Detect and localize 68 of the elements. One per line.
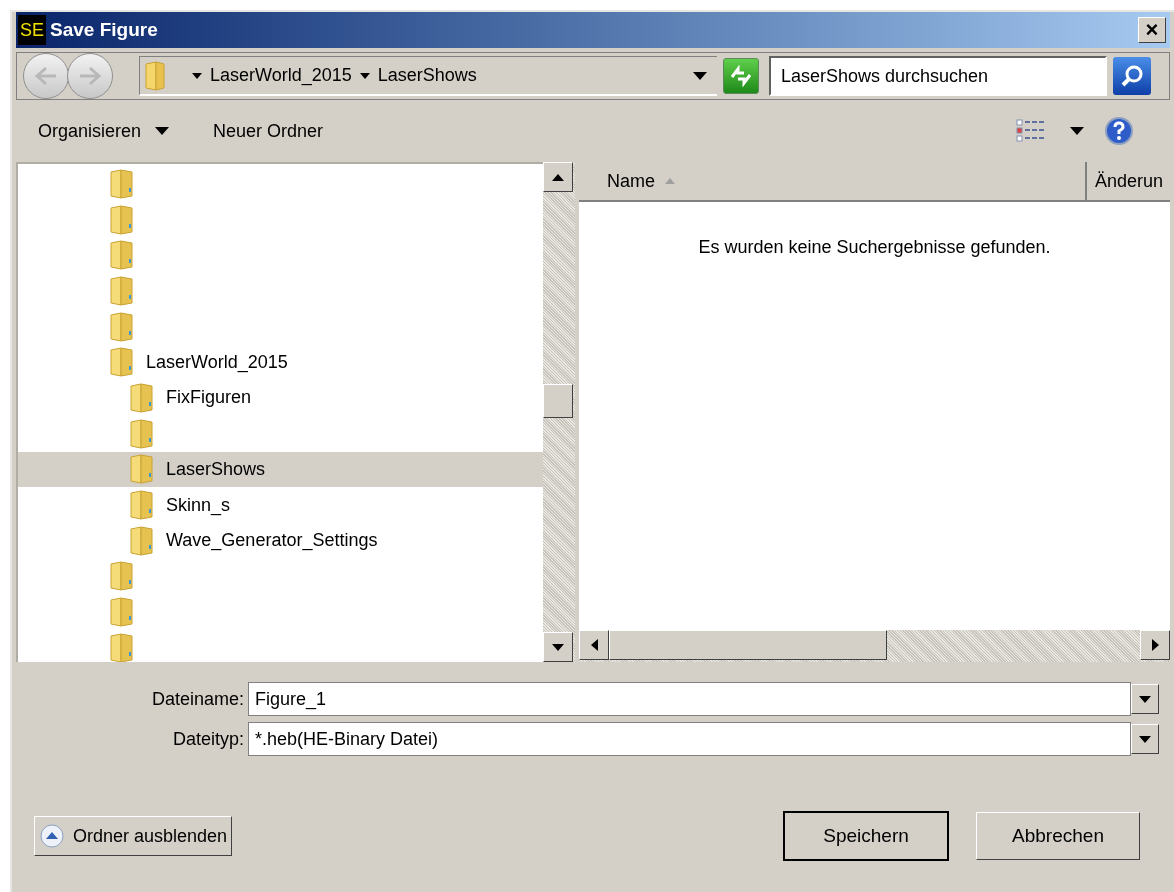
left-arrow-icon: [590, 639, 598, 651]
search-button[interactable]: [1113, 57, 1151, 95]
folder-icon: [110, 311, 134, 342]
dropdown-caret-icon[interactable]: [1070, 127, 1084, 135]
breadcrumb-item[interactable]: LaserShows: [377, 62, 477, 89]
sort-ascending-icon: [665, 178, 675, 184]
help-icon[interactable]: [1104, 116, 1134, 146]
breadcrumb-caret-icon[interactable]: [359, 72, 370, 79]
tree-item[interactable]: FixFiguren: [18, 380, 543, 416]
right-arrow-icon: [1151, 639, 1159, 651]
folder-icon: [110, 561, 134, 592]
combo-box[interactable]: *.heb(HE-Binary Datei): [248, 722, 1131, 756]
column-header[interactable]: Name: [579, 162, 1087, 200]
left-arrow-icon: [34, 66, 58, 86]
down-arrow-icon: [552, 643, 564, 651]
folder-icon: [130, 454, 154, 485]
breadcrumb-caret-icon[interactable]: [192, 72, 202, 79]
scroll-up-button[interactable]: [543, 162, 573, 192]
tree-item[interactable]: Skinn_s: [18, 487, 543, 523]
field-label: Dateityp:: [171, 727, 245, 751]
folder-icon: [110, 240, 134, 271]
scroll-left-button[interactable]: [579, 630, 609, 660]
empty-results-message: Es wurden keine Suchergebnisse gefunden.: [697, 236, 1052, 259]
vertical-scrollbar[interactable]: [543, 162, 575, 662]
app-logo: SE: [18, 15, 46, 45]
folder-icon: [110, 347, 134, 378]
folder-icon: [130, 382, 154, 413]
folder-icon: [110, 632, 134, 662]
organize-menu-button[interactable]: Organisieren: [38, 117, 170, 145]
refresh-button[interactable]: [723, 58, 759, 94]
dropdown-caret-icon[interactable]: [693, 71, 707, 80]
folder-icon: [110, 275, 134, 306]
horizontal-scrollbar[interactable]: [579, 630, 1170, 662]
column-header[interactable]: Änderun: [1087, 162, 1164, 200]
dropdown-caret-icon[interactable]: [1139, 695, 1151, 703]
scroll-thumb[interactable]: [543, 384, 573, 418]
folder-icon: [110, 168, 134, 199]
dropdown-caret-icon: [155, 127, 170, 135]
search-icon: [1119, 63, 1145, 89]
collapse-up-icon: [39, 823, 65, 849]
folder-icon: [110, 204, 134, 235]
address-bar[interactable]: LaserWorld_2015 LaserShows: [139, 56, 717, 96]
tree-item[interactable]: Wave_Generator_Settings: [18, 522, 543, 559]
scroll-thumb[interactable]: [609, 630, 887, 660]
field-label: Dateiname:: [150, 687, 245, 711]
close-button[interactable]: ×: [1138, 17, 1166, 43]
folder-icon: [130, 418, 154, 449]
hide-folders-button[interactable]: Ordner ausblenden: [34, 816, 233, 856]
dropdown-caret-icon[interactable]: [1139, 735, 1151, 743]
scroll-right-button[interactable]: [1140, 630, 1170, 660]
dialog-button[interactable]: Speichern: [784, 812, 948, 860]
new-folder-button[interactable]: Neuer Ordner: [213, 117, 324, 145]
folder-icon: [130, 525, 154, 556]
scroll-down-button[interactable]: [543, 632, 573, 662]
view-list-icon[interactable]: [1016, 119, 1046, 143]
folder-icon: [110, 597, 134, 628]
combo-box[interactable]: Figure_1: [248, 682, 1131, 716]
folder-icon: [144, 60, 166, 91]
breadcrumb-item[interactable]: LaserWorld_2015: [210, 62, 352, 89]
up-arrow-icon: [552, 173, 564, 181]
dialog-button[interactable]: Abbrechen: [976, 812, 1140, 860]
search-field[interactable]: LaserShows durchsuchen: [769, 56, 1107, 96]
folder-icon: [130, 490, 154, 521]
refresh-arrows-icon: [728, 65, 754, 87]
right-arrow-icon: [78, 66, 102, 86]
tree-item[interactable]: LaserShows: [18, 451, 543, 488]
window-title: Save Figure: [50, 17, 158, 42]
tree-item[interactable]: LaserWorld_2015: [18, 344, 543, 381]
